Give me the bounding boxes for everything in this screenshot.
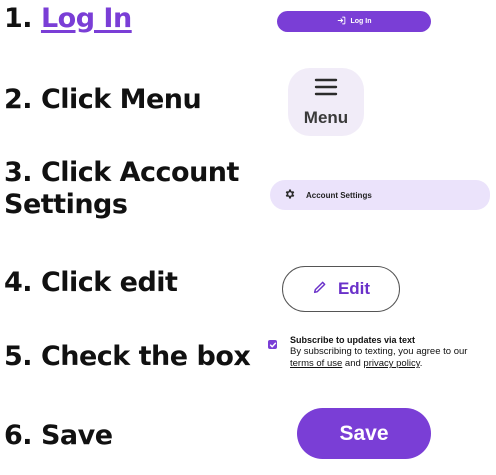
hamburger-icon bbox=[313, 77, 339, 108]
step-3-line-2: Settings bbox=[4, 189, 128, 220]
privacy-policy-link[interactable]: privacy policy bbox=[363, 358, 419, 369]
pencil-icon bbox=[312, 279, 328, 300]
step-3: 3. Click Account Settings bbox=[4, 157, 239, 221]
step-1-login-link[interactable]: Log In bbox=[41, 3, 132, 34]
subscribe-agreement-text: By subscribing to texting, you agree to … bbox=[290, 346, 468, 357]
menu-button-label: Menu bbox=[303, 107, 349, 127]
subscribe-title: Subscribe to updates via text bbox=[290, 335, 416, 345]
login-button-label: Log In bbox=[350, 18, 372, 25]
gear-icon bbox=[284, 188, 296, 202]
step-2: 2. Click Menu bbox=[4, 84, 202, 115]
menu-button[interactable]: Menu bbox=[288, 68, 364, 136]
account-settings-item[interactable]: Account Settings bbox=[270, 180, 490, 210]
step-6: 6. Save bbox=[4, 420, 113, 451]
step-1-number: 1. bbox=[4, 3, 33, 34]
subscribe-description: By subscribing to texting, you agree to … bbox=[290, 346, 495, 370]
checkmark-icon bbox=[269, 342, 276, 347]
step-4: 4. Click edit bbox=[4, 267, 178, 298]
login-button[interactable]: Log In bbox=[277, 11, 431, 32]
login-arrow-icon bbox=[337, 16, 346, 27]
step-1: 1. Log In bbox=[4, 3, 132, 35]
account-settings-label: Account Settings bbox=[306, 190, 372, 200]
step-5: 5. Check the box bbox=[4, 341, 251, 372]
save-button[interactable]: Save bbox=[297, 408, 431, 459]
and-text: and bbox=[344, 358, 361, 369]
terms-of-use-link[interactable]: terms of use bbox=[290, 358, 342, 369]
subscribe-text-block: Subscribe to updates via text By subscri… bbox=[290, 334, 495, 370]
edit-button[interactable]: Edit bbox=[282, 266, 400, 312]
subscribe-checkbox[interactable] bbox=[268, 340, 277, 349]
step-3-line-1: 3. Click Account bbox=[4, 157, 239, 188]
period-text: . bbox=[419, 358, 423, 369]
edit-button-label: Edit bbox=[337, 279, 371, 298]
